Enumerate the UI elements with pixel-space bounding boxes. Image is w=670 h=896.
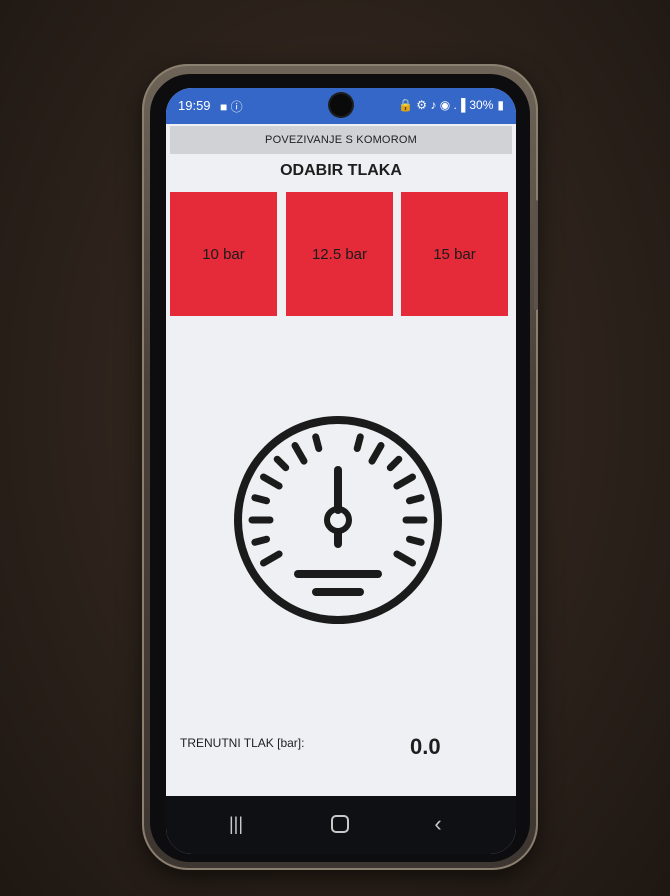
gauge-tick [251,535,270,546]
battery-icon: ▮ [497,98,504,112]
pressure-12-5-button[interactable]: 12.5 bar [286,192,393,316]
gauge-tick [393,550,416,567]
gauge-tick [393,473,416,490]
status-right-icons: 🔒 ⚙ ♪ ◉ .▐ 30% ▮ [398,98,504,112]
gauge-tick [260,473,283,490]
phone-screen: 19:59 ■ ⓘ 🔒 ⚙ ♪ ◉ .▐ 30% ▮ POVEZIVANJE S… [166,88,516,854]
gauge-tick [312,433,323,452]
gauge-tick [368,442,385,465]
gauge-tick [406,494,425,505]
recents-icon: ||| [228,813,244,834]
gauge-tick [291,442,308,465]
status-bar: 19:59 ■ ⓘ 🔒 ⚙ ♪ ◉ .▐ 30% ▮ [166,88,516,124]
navigation-bar: ||| ‹ [166,796,516,854]
gauge-svg [234,416,442,624]
pressure-10-label: 10 bar [202,245,245,263]
pressure-15-button[interactable]: 15 bar [401,192,508,316]
pressure-15-label: 15 bar [433,245,476,263]
connect-chamber-label: POVEZIVANJE S KOMOROM [265,134,417,146]
back-icon: ‹ [434,811,442,836]
gauge-tick [273,455,290,472]
gauge-tick [386,455,403,472]
gauge-tick [260,550,283,567]
back-button[interactable]: ‹ [418,808,458,840]
current-pressure-value: 0.0 [410,734,441,759]
gauge-tick [251,494,270,505]
phone-side-button [534,200,538,310]
pressure-gauge-icon [234,414,442,634]
battery-level: 30% [469,98,494,112]
connect-chamber-button[interactable]: POVEZIVANJE S KOMOROM [170,126,512,154]
recents-button[interactable]: ||| [216,808,256,840]
system-icons: 🔒 ⚙ ♪ ◉ .▐ [398,98,466,112]
current-pressure-label: TRENUTNI TLAK [bar]: [180,736,305,750]
pressure-selection-title: ODABIR TLAKA [280,162,402,179]
pressure-10-button[interactable]: 10 bar [170,192,277,316]
home-button[interactable] [320,808,360,840]
gauge-tick [406,535,425,546]
status-time: 19:59 [178,98,211,113]
notification-icons: ■ ⓘ [220,100,243,114]
home-icon [331,815,349,833]
front-camera [330,94,352,116]
pressure-12-5-label: 12.5 bar [311,245,368,263]
gauge-tick [353,433,364,452]
